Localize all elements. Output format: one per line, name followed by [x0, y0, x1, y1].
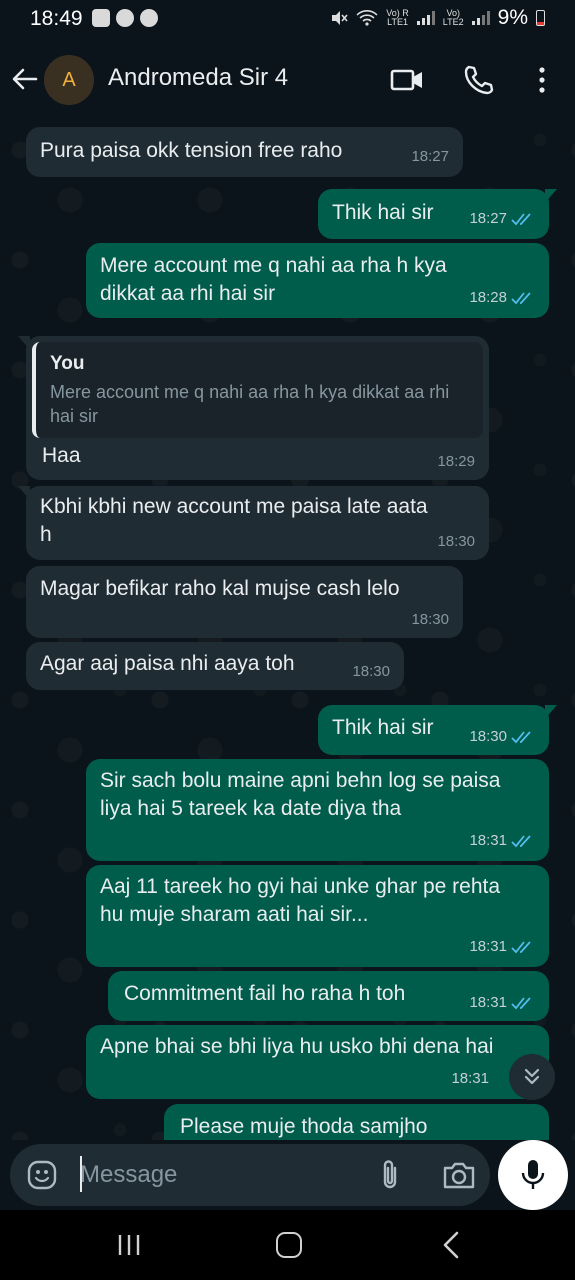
message-text: Pura paisa okk tension free raho: [40, 139, 343, 162]
more-options-icon[interactable]: [530, 64, 554, 96]
signal2-icon: [471, 11, 490, 25]
status-right: Vo) R LTE1 Vo) LTE2 9%: [330, 6, 545, 30]
read-ticks-icon: [511, 835, 531, 848]
message-meta: 18:28: [469, 284, 535, 312]
wifi-icon: [356, 10, 378, 26]
message-bubble-incoming[interactable]: Kbhi kbhi new account me paisa late aata…: [18, 486, 489, 560]
message-bubble-outgoing[interactable]: Please muje thoda samjho: [164, 1104, 549, 1140]
message-bubble-outgoing[interactable]: Thik hai sir 18:30: [318, 705, 557, 755]
message-text: Kbhi kbhi new account me paisa late aata…: [40, 495, 428, 546]
message-text: Sir sach bolu maine apni behn log se pai…: [100, 769, 501, 820]
message-meta: 18:31: [469, 989, 535, 1017]
camera-icon[interactable]: [442, 1160, 476, 1190]
message-text: Aaj 11 tareek ho gyi hai unke ghar pe re…: [100, 875, 501, 926]
voice-record-button[interactable]: [498, 1140, 568, 1210]
message-time: 18:30: [437, 533, 475, 550]
emoji-icon[interactable]: [26, 1159, 58, 1191]
scroll-to-bottom-button[interactable]: [509, 1054, 555, 1100]
message-meta: 18:27: [469, 205, 535, 233]
message-bubble-incoming[interactable]: Pura paisa okk tension free raho 18:27: [26, 127, 463, 177]
record-notification-icon: [140, 9, 158, 27]
message-bubble-outgoing[interactable]: Thik hai sir 18:27: [318, 189, 557, 239]
message-input[interactable]: [80, 1157, 360, 1193]
read-ticks-icon: [511, 941, 531, 954]
message-bubble-outgoing[interactable]: Apne bhai se bhi liya hu usko bhi dena h…: [86, 1025, 549, 1099]
message-time: 18:30: [352, 663, 390, 680]
message-time: 18:31: [469, 832, 507, 849]
notification-icons: [92, 9, 158, 27]
read-ticks-icon: [511, 292, 531, 305]
battery-percent: 9%: [497, 6, 528, 29]
status-bar: 18:49 Vo) R LTE1 Vo) LTE2 9%: [0, 0, 575, 40]
status-time: 18:49: [30, 7, 83, 30]
contact-name[interactable]: Andromeda Sir 4: [108, 64, 288, 92]
read-ticks-icon: [511, 731, 531, 744]
sim1-label: Vo) R LTE1: [386, 8, 409, 27]
composer: [0, 1140, 575, 1210]
signal1-icon: [416, 11, 435, 25]
message-time: 18:31: [469, 938, 507, 955]
voice-call-icon[interactable]: [462, 64, 494, 96]
attach-icon[interactable]: [376, 1158, 404, 1192]
message-text: Agar aaj paisa nhi aaya toh: [40, 652, 295, 675]
chat-header: A Andromeda Sir 4: [0, 40, 575, 120]
message-bubble-outgoing[interactable]: Aaj 11 tareek ho gyi hai unke ghar pe re…: [86, 865, 549, 967]
read-ticks-icon: [511, 997, 531, 1010]
message-bubble-incoming[interactable]: You Mere account me q nahi aa rha h kya …: [18, 336, 489, 480]
avatar-letter: A: [62, 68, 76, 91]
message-time: 18:29: [437, 453, 475, 470]
message-bubble-outgoing[interactable]: Commitment fail ho raha h toh 18:31: [108, 971, 549, 1021]
message-input-box[interactable]: [10, 1144, 490, 1206]
message-text: Haa: [42, 444, 81, 467]
video-call-icon[interactable]: [390, 66, 424, 94]
message-time: 18:31: [469, 994, 507, 1011]
system-navigation-bar: [0, 1210, 575, 1280]
message-text: Apne bhai se bhi liya hu usko bhi dena h…: [100, 1035, 494, 1058]
back-nav-icon[interactable]: [440, 1231, 462, 1259]
message-meta: 18:31: [469, 933, 535, 961]
message-time: 18:30: [469, 728, 507, 745]
sim2-label: Vo) LTE2: [442, 8, 464, 27]
message-meta: 18:31: [469, 827, 535, 855]
message-time: 18:27: [411, 148, 449, 165]
app-notification-icon: [116, 9, 134, 27]
back-arrow-icon[interactable]: [10, 64, 40, 94]
message-text: Please muje thoda samjho: [180, 1115, 428, 1138]
message-bubble-incoming[interactable]: Agar aaj paisa nhi aaya toh 18:30: [26, 642, 404, 690]
avatar[interactable]: A: [44, 55, 94, 105]
message-time: 18:28: [469, 289, 507, 306]
home-icon[interactable]: [276, 1232, 302, 1258]
message-bubble-outgoing[interactable]: Mere account me q nahi aa rha h kya dikk…: [86, 243, 549, 318]
battery-icon: [536, 10, 545, 26]
microphone-icon: [521, 1160, 545, 1189]
quote-text: Mere account me q nahi aa rha h kya dikk…: [50, 382, 450, 426]
message-bubble-outgoing[interactable]: Sir sach bolu maine apni behn log se pai…: [86, 759, 549, 861]
message-time: 18:27: [469, 210, 507, 227]
recent-apps-icon[interactable]: [115, 1234, 143, 1256]
message-meta: 18:30: [469, 723, 535, 751]
message-text: Magar befikar raho kal mujse cash lelo: [40, 577, 400, 600]
quoted-message[interactable]: You Mere account me q nahi aa rha h kya …: [32, 342, 483, 438]
quote-author: You: [50, 353, 85, 374]
message-bubble-incoming[interactable]: Magar befikar raho kal mujse cash lelo 1…: [26, 566, 463, 638]
message-text: Mere account me q nahi aa rha h kya dikk…: [100, 254, 447, 305]
message-time: 18:30: [411, 611, 449, 628]
message-time: 18:31: [451, 1070, 489, 1087]
read-ticks-icon: [511, 213, 531, 226]
double-chevron-down-icon: [524, 1068, 540, 1085]
mute-icon: [332, 11, 348, 25]
message-list[interactable]: Pura paisa okk tension free raho 18:27 T…: [0, 120, 575, 1140]
gallery-notification-icon: [92, 9, 110, 27]
